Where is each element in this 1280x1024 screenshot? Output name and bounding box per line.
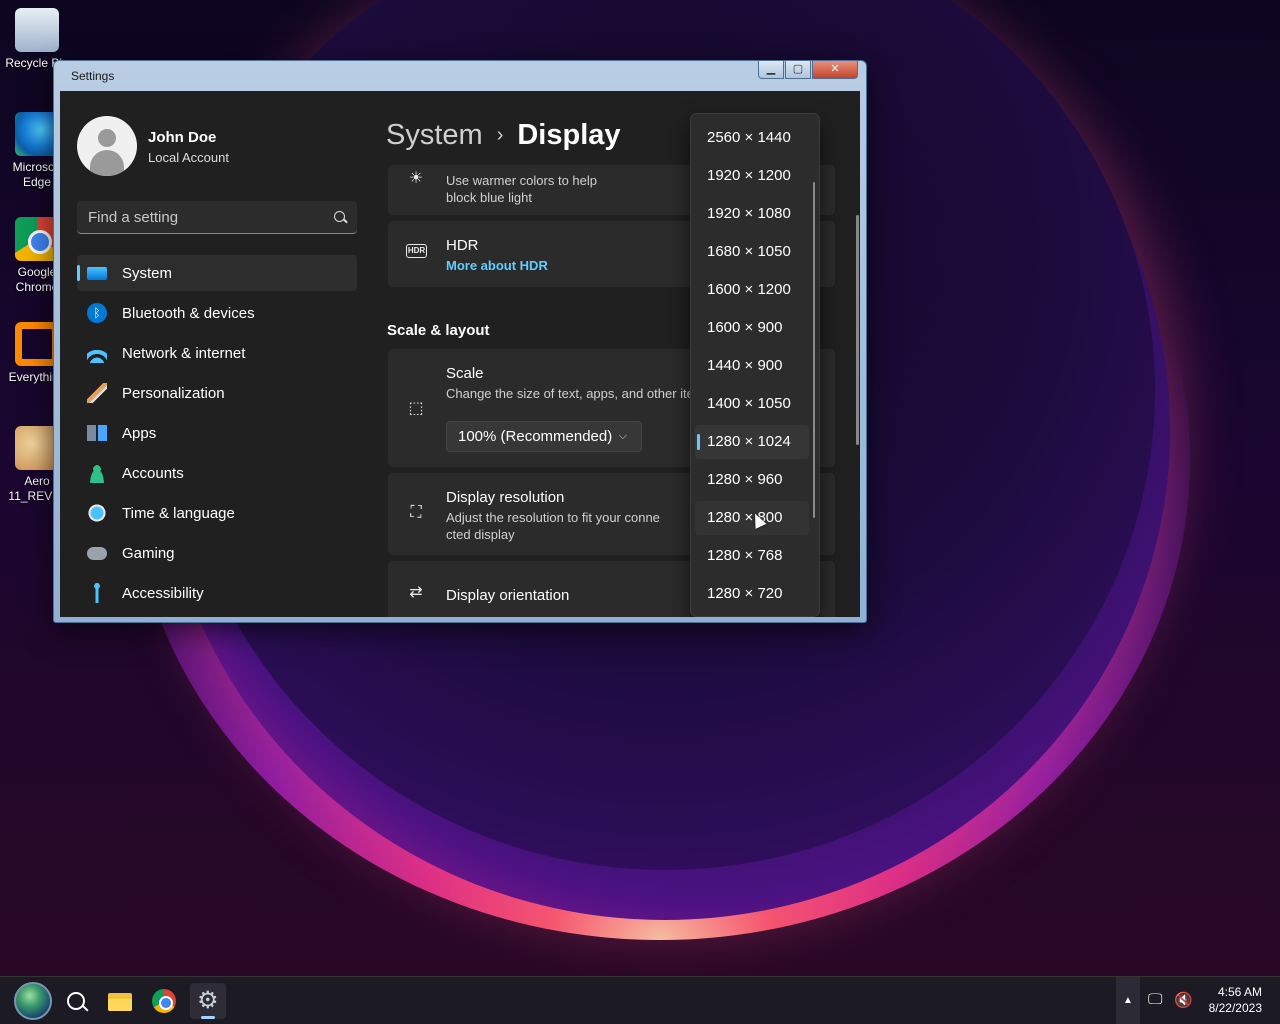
resolution-title: Display resolution [446,489,565,506]
content-scrollbar[interactable] [856,215,859,445]
taskbar-settings-icon[interactable] [190,983,226,1019]
volume-muted-tray-icon[interactable]: 🔇 [1174,991,1193,1009]
system-icon [87,266,107,280]
sidebar-item-accessibility[interactable]: Accessibility [77,575,357,611]
sidebar-item-personalization[interactable]: Personalization [77,375,357,411]
time-language-icon [87,503,107,523]
orientation-title: Display orientation [446,587,570,604]
window-controls: ▁ ▢ ✕ [758,61,858,79]
sidebar-item-label: System [122,264,173,282]
maximize-button[interactable]: ▢ [785,61,811,79]
scale-icon: ⬚ [408,400,424,417]
desktop-icon-label: Google Chrome [15,265,59,294]
sidebar-item-label: Personalization [122,384,225,402]
scale-dropdown[interactable]: 100% (Recommended) ⌵ [446,421,642,452]
accessibility-icon [87,583,107,603]
network-tray-icon[interactable]: 🖵 [1148,991,1162,1008]
sidebar-item-label: Accessibility [122,584,204,602]
hdr-link[interactable]: More about HDR [446,258,548,273]
hdr-icon: HDR [406,244,427,258]
chevron-right-icon: › [496,124,504,146]
sidebar-item-gaming[interactable]: Gaming [77,535,357,571]
network-icon [87,343,107,363]
close-button[interactable]: ✕ [812,61,858,79]
sidebar-item-label: Time & language [122,504,235,522]
sidebar-item-time-language[interactable]: Time & language [77,495,357,531]
brightness-icon: ☀ [408,170,424,187]
resolution-subtitle: Adjust the resolution to fit your conne … [446,510,660,542]
breadcrumb: System › Display [386,119,621,152]
sidebar-item-accounts[interactable]: Accounts [77,455,357,491]
resolution-icon: ⛶ [410,504,422,521]
page-title: Display [517,119,621,151]
section-header: Scale & layout [387,322,490,339]
sidebar-item-label: Gaming [122,544,175,562]
minimize-button[interactable]: ▁ [758,61,784,79]
night-light-subtitle: Use warmer colors to help block blue lig… [446,173,597,205]
account-type: Local Account [148,150,229,165]
scale-title: Scale [446,365,484,382]
chevron-down-icon: ⌵ [618,430,627,442]
personalization-icon [87,383,107,403]
sidebar-item-label: Accounts [122,464,184,482]
apps-icon [87,425,107,441]
system-clock[interactable]: 4:56 AM 8/22/2023 [1209,984,1262,1016]
sidebar-item-label: Bluetooth & devices [122,304,255,322]
scale-dropdown-value: 100% (Recommended) [458,428,613,445]
resolution-option[interactable]: 1600 × 1200 [695,273,809,307]
resolution-option[interactable]: 1920 × 1080 [695,197,809,231]
sidebar-item-network[interactable]: Network & internet [77,335,357,371]
search-input[interactable] [77,201,327,233]
resolution-option[interactable]: 1440 × 900 [695,349,809,383]
sidebar-item-label: Apps [122,424,157,442]
search-box [77,201,357,234]
dropdown-scrollbar[interactable] [813,182,815,518]
resolution-option[interactable]: 1400 × 1050 [695,387,809,421]
sidebar-item-bluetooth[interactable]: ᛒ Bluetooth & devices [77,295,357,331]
recycle-bin-icon [15,8,59,52]
user-name: John Doe [148,129,217,146]
settings-window: Settings ▁ ▢ ✕ John Doe Local Account Sy… [53,60,867,623]
resolution-option[interactable]: 1600 × 900 [695,311,809,345]
sidebar-item-apps[interactable]: Apps [77,415,357,451]
clock-time: 4:56 AM [1217,985,1262,999]
start-button[interactable] [14,982,52,1020]
hdr-title: HDR [446,237,479,254]
resolution-option[interactable]: 1280 × 960 [695,463,809,497]
gaming-icon [87,546,107,560]
bluetooth-icon: ᛒ [87,303,107,323]
taskbar: ▲ 🖵 🔇 4:56 AM 8/22/2023 [0,976,1280,1024]
resolution-option[interactable]: 1280 × 768 [695,539,809,573]
sidebar-nav: System ᛒ Bluetooth & devices Network & i… [77,255,357,615]
resolution-option[interactable]: 1280 × 720 [695,577,809,611]
resolution-option-selected[interactable]: 1280 × 1024 [695,425,809,459]
show-hidden-icons-button[interactable]: ▲ [1116,977,1140,1024]
resolution-option[interactable]: 1680 × 1050 [695,235,809,269]
sidebar-item-system[interactable]: System [77,255,357,291]
accounts-icon [87,463,107,483]
settings-client-area: John Doe Local Account System ᛒ Bluetoot… [60,91,860,617]
clock-date: 8/22/2023 [1208,1001,1262,1015]
resolution-dropdown-list: 2560 × 1440 1920 × 1200 1920 × 1080 1680… [690,113,820,617]
orientation-icon: ⇄ [409,584,423,601]
file-explorer-icon[interactable] [102,983,138,1019]
sidebar-item-label: Network & internet [122,344,246,362]
resolution-option[interactable]: 2560 × 1440 [695,121,809,155]
window-title: Settings [71,69,115,83]
taskbar-search-icon[interactable] [58,983,94,1019]
search-icon[interactable] [334,211,345,222]
breadcrumb-parent[interactable]: System [386,119,483,152]
resolution-option[interactable]: 1920 × 1200 [695,159,809,193]
avatar[interactable] [77,116,137,176]
taskbar-chrome-icon[interactable] [146,983,182,1019]
